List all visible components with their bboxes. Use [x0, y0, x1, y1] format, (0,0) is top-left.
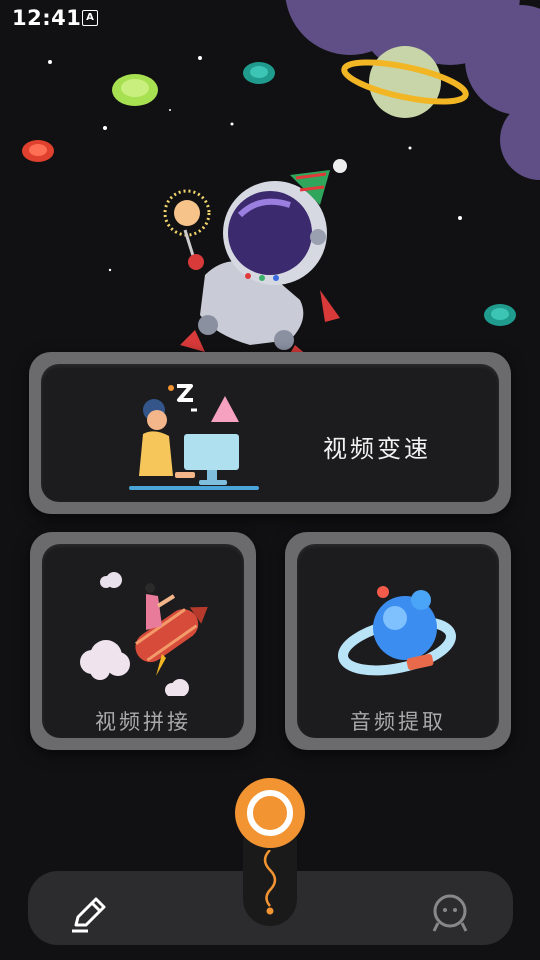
pen-icon[interactable]	[68, 891, 112, 935]
record-button[interactable]	[235, 778, 305, 848]
audio-extract-card-inner: 音频提取	[297, 544, 499, 738]
fuse-line	[263, 850, 277, 915]
audio-extract-label: 音频提取	[350, 710, 446, 734]
video-speed-card-inner: 视频变速	[41, 364, 499, 502]
video-join-label: 视频拼接	[95, 710, 191, 734]
video-join-card-inner: 视频拼接	[42, 544, 244, 738]
audio-extract-card[interactable]: 音频提取	[285, 532, 511, 750]
video-speed-label: 视频变速	[323, 435, 431, 463]
record-icon	[247, 790, 293, 836]
rocket-rider-illustration	[80, 572, 208, 696]
sleeping-worker-illustration	[129, 384, 259, 490]
video-speed-card[interactable]: 视频变速	[29, 352, 511, 514]
nav-center-notch	[243, 838, 297, 926]
astronaut	[163, 159, 347, 362]
space-illustration	[22, 0, 540, 362]
glass-orb-illustration	[338, 586, 456, 676]
robot-face-icon[interactable]	[428, 891, 472, 935]
video-join-card[interactable]: 视频拼接	[30, 532, 256, 750]
